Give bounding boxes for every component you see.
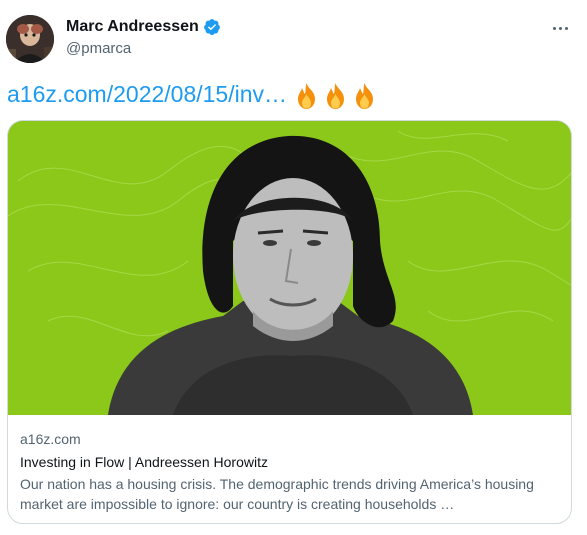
link-preview-card[interactable]: a16z.com Investing in Flow | Andreessen … — [7, 120, 572, 524]
more-options-icon — [552, 26, 556, 30]
card-body: a16z.com Investing in Flow | Andreessen … — [20, 430, 559, 514]
author-name-row: Marc Andreessen — [66, 17, 221, 37]
fire-emoji-icon — [351, 82, 378, 110]
more-options-dot — [558, 26, 562, 30]
tweet-header: Marc Andreessen @pmarca — [0, 0, 587, 80]
fire-emoji-icon — [293, 82, 320, 110]
more-options-button[interactable] — [547, 18, 573, 38]
avatar-photo-icon — [6, 15, 54, 63]
card-description: Our nation has a housing crisis. The dem… — [20, 476, 534, 512]
author-handle[interactable]: @pmarca — [66, 39, 131, 59]
card-domain: a16z.com — [20, 431, 81, 447]
fire-emoji-icon — [322, 82, 349, 110]
author-name[interactable]: Marc Andreessen — [66, 17, 199, 37]
verified-badge-icon — [203, 18, 221, 36]
author-avatar[interactable] — [6, 15, 54, 63]
tweet-link[interactable]: a16z.com/2022/08/15/inv… — [7, 81, 287, 107]
card-title: Investing in Flow | Andreessen Horowitz — [20, 454, 268, 470]
fire-emoji-group — [293, 82, 380, 114]
tweet-text: a16z.com/2022/08/15/inv… — [7, 78, 380, 114]
more-options-dot — [564, 26, 568, 30]
portrait-image-icon — [8, 121, 571, 415]
card-image — [8, 121, 571, 415]
